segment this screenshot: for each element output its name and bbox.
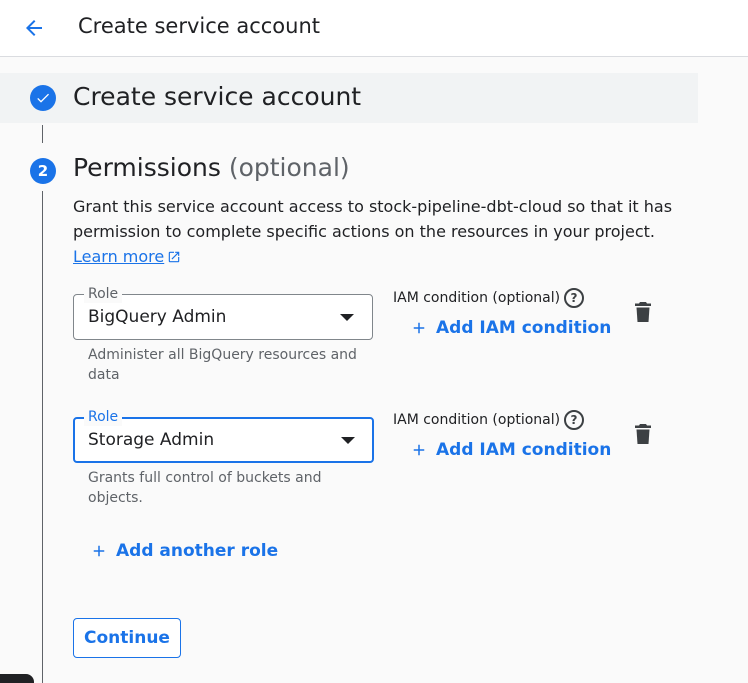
plus-icon [413, 444, 425, 456]
step-connector [42, 191, 43, 683]
learn-more-link[interactable]: Learn more [73, 244, 181, 269]
page-title: Create service account [78, 14, 321, 38]
role-select-label: Role [84, 408, 123, 426]
delete-icon[interactable] [635, 302, 651, 322]
add-iam-condition-label: Add IAM condition [436, 318, 612, 338]
top-bar: Create service account [0, 0, 748, 57]
role-select-value: BigQuery Admin [88, 307, 227, 327]
arrow-back-icon [26, 20, 42, 36]
role-select-value: Storage Admin [88, 430, 215, 450]
corner-shape [0, 674, 34, 683]
open-in-new-icon [169, 251, 180, 262]
add-another-role-button[interactable]: Add another role [90, 540, 278, 562]
dropdown-arrow-icon [340, 314, 354, 321]
role-description: Administer all BigQuery resources and da… [88, 347, 357, 383]
step-2-description: Grant this service account access to sto… [73, 197, 673, 241]
delete-icon[interactable] [635, 424, 651, 444]
add-iam-condition-button[interactable]: Add IAM condition [410, 439, 611, 461]
iam-condition-label: IAM condition (optional) [393, 412, 561, 428]
step-2-title: Permissions (optional) [73, 151, 350, 185]
continue-button[interactable]: Continue [73, 618, 181, 658]
help-icon[interactable]: ? [564, 410, 584, 430]
role-select-1[interactable]: Role BigQuery Admin [73, 285, 373, 340]
iam-condition-label: IAM condition (optional) [393, 290, 561, 306]
back-button[interactable] [18, 12, 50, 44]
dropdown-arrow-icon [341, 437, 355, 444]
step-1-header[interactable]: Create service account [0, 73, 698, 123]
step-2-title-optional: (optional) [228, 153, 350, 182]
learn-more-label: Learn more [73, 247, 165, 266]
check-circle-icon [30, 85, 56, 111]
help-icon[interactable]: ? [564, 288, 584, 308]
step-connector [42, 125, 43, 143]
role-select-label: Role [84, 285, 123, 303]
role-description: Grants full control of buckets and objec… [88, 470, 322, 506]
stepper-content: Create service account 2 Permissions (op… [0, 57, 748, 683]
add-iam-condition-label: Add IAM condition [436, 440, 612, 460]
role-select-2[interactable]: Role Storage Admin [73, 408, 374, 463]
step-2-number-badge: 2 [30, 158, 56, 184]
step-1-title: Create service account [73, 82, 362, 111]
step-2-title-main: Permissions [73, 153, 221, 182]
plus-icon [413, 322, 425, 334]
add-another-role-label: Add another role [116, 541, 279, 561]
add-iam-condition-button[interactable]: Add IAM condition [410, 317, 611, 339]
plus-icon [93, 545, 105, 557]
